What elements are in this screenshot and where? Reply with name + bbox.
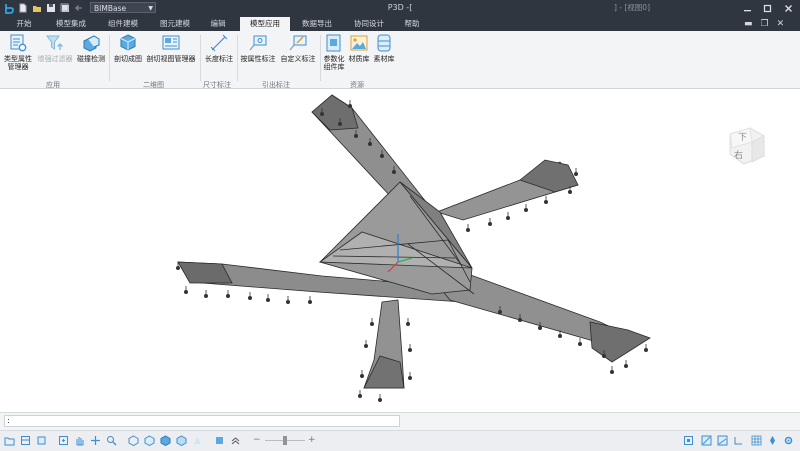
material-lib-label: 材质库 bbox=[348, 55, 370, 63]
settings-gear-icon[interactable] bbox=[782, 434, 795, 447]
length-dimension-icon bbox=[209, 33, 229, 53]
mdi-restore-icon[interactable]: ❐ bbox=[761, 19, 769, 29]
type-attr-icon bbox=[8, 33, 28, 53]
snap-icon[interactable] bbox=[682, 434, 695, 447]
mdi-close-icon[interactable]: ✕ bbox=[777, 19, 785, 29]
ortho-icon[interactable] bbox=[700, 434, 713, 447]
view-cube-top-face: 下 bbox=[738, 133, 748, 143]
pan-hand-icon[interactable] bbox=[73, 434, 86, 447]
tab-primitive-modeling[interactable]: 图元建模 bbox=[150, 17, 200, 31]
separator bbox=[237, 35, 238, 81]
view-top-icon[interactable] bbox=[127, 434, 140, 447]
clash-detect-label: 碰撞检测 bbox=[77, 55, 105, 63]
view-side-icon[interactable] bbox=[159, 434, 172, 447]
section-drawing-label: 剖切成图 bbox=[114, 55, 142, 63]
component-library-icon bbox=[324, 33, 344, 53]
model-view bbox=[175, 94, 651, 403]
3d-viewport[interactable]: 下 右 bbox=[0, 89, 800, 412]
section-view-icon bbox=[161, 33, 181, 53]
tab-model-application[interactable]: 模型应用 bbox=[240, 17, 290, 31]
zoom-extents-icon[interactable] bbox=[57, 434, 70, 447]
texture-lib-button[interactable]: 素材库 bbox=[372, 33, 396, 63]
tab-model-integration[interactable]: 模型集成 bbox=[46, 17, 96, 31]
cube-icon bbox=[118, 33, 138, 53]
angle-icon[interactable] bbox=[732, 434, 745, 447]
view-cube[interactable]: 下 右 bbox=[722, 122, 768, 168]
texture-library-icon bbox=[374, 33, 394, 53]
tab-data-export[interactable]: 数据导出 bbox=[292, 17, 342, 31]
layers-icon[interactable] bbox=[35, 434, 48, 447]
menu-bar: 开始 模型集成 组件建模 图元建模 编辑 模型应用 数据导出 协同设计 帮助 bbox=[0, 16, 800, 31]
custom-annotate-button[interactable]: 自定义标注 bbox=[278, 33, 318, 63]
visual-style-icon[interactable] bbox=[213, 434, 226, 447]
minimize-icon[interactable] bbox=[737, 0, 757, 16]
zoom-in-icon[interactable]: + bbox=[308, 435, 316, 445]
length-dimension-label: 长度标注 bbox=[205, 55, 233, 63]
grid-icon[interactable] bbox=[750, 434, 763, 447]
view-iso-icon[interactable] bbox=[175, 434, 188, 447]
separator bbox=[320, 35, 321, 81]
custom-annotate-icon bbox=[288, 33, 308, 53]
enhanced-filter-label: 增强过滤器 bbox=[37, 55, 73, 63]
clash-detect-icon bbox=[81, 33, 101, 53]
mdi-controls: ▬ ❐ ✕ bbox=[736, 16, 784, 31]
maximize-icon[interactable] bbox=[757, 0, 777, 16]
attr-annotate-button[interactable]: 按属性标注 bbox=[239, 33, 277, 63]
ribbon: 类型属性 管理器 增强过滤器 碰撞检测 剖切成图 剖切视图管理器 长度标注 按属… bbox=[0, 31, 800, 89]
section-drawing-button[interactable]: 剖切成图 bbox=[112, 33, 144, 63]
tab-edit[interactable]: 编辑 bbox=[202, 17, 234, 31]
title-bar: BIMBase ▼ P3D -[ ] - [视图0] bbox=[0, 0, 800, 16]
polar-icon[interactable] bbox=[716, 434, 729, 447]
tab-help[interactable]: 帮助 bbox=[396, 17, 428, 31]
zoom-out-icon[interactable]: − bbox=[253, 435, 261, 445]
status-bar: − + bbox=[0, 430, 800, 451]
close-icon[interactable] bbox=[778, 0, 798, 16]
attr-annotate-label: 按属性标注 bbox=[240, 55, 276, 63]
filter-icon bbox=[45, 33, 65, 53]
section-view-manager-button[interactable]: 剖切视图管理器 bbox=[145, 33, 197, 63]
separator bbox=[200, 35, 201, 81]
param-component-lib-label: 参数化 组件库 bbox=[323, 55, 345, 71]
view-cube-front-face: 右 bbox=[734, 151, 744, 161]
zoom-slider-thumb[interactable] bbox=[283, 436, 287, 445]
type-attr-manager-button[interactable]: 类型属性 管理器 bbox=[2, 33, 34, 71]
length-dimension-button[interactable]: 长度标注 bbox=[203, 33, 235, 63]
navigation-icon[interactable] bbox=[766, 434, 779, 447]
material-image-icon bbox=[349, 33, 369, 53]
param-component-lib-button[interactable]: 参数化 组件库 bbox=[322, 33, 346, 71]
section-view-manager-label: 剖切视图管理器 bbox=[146, 55, 196, 63]
view-status: ] - [视图0] bbox=[613, 3, 650, 12]
folder-icon[interactable] bbox=[3, 434, 16, 447]
chevron-up-icon[interactable] bbox=[229, 434, 242, 447]
material-lib-button[interactable]: 材质库 bbox=[347, 33, 371, 63]
separator bbox=[109, 35, 110, 81]
command-input[interactable]: : bbox=[4, 415, 400, 427]
frame-select-icon[interactable] bbox=[19, 434, 32, 447]
view-front-icon[interactable] bbox=[143, 434, 156, 447]
tab-collaborative-design[interactable]: 协同设计 bbox=[344, 17, 394, 31]
tab-start[interactable]: 开始 bbox=[4, 17, 44, 31]
tab-component-modeling[interactable]: 组件建模 bbox=[98, 17, 148, 31]
orbit-icon[interactable] bbox=[89, 434, 102, 447]
render-mode-icon[interactable] bbox=[191, 434, 204, 447]
attr-annotate-icon bbox=[248, 33, 268, 53]
ribbon-minimize-icon[interactable]: ▬ bbox=[744, 19, 753, 29]
command-bar: : bbox=[0, 412, 800, 430]
clash-detect-button[interactable]: 碰撞检测 bbox=[76, 33, 106, 63]
zoom-icon[interactable] bbox=[105, 434, 118, 447]
window-title: P3D -[ bbox=[387, 3, 413, 12]
texture-lib-label: 素材库 bbox=[373, 55, 395, 63]
custom-annotate-label: 自定义标注 bbox=[280, 55, 316, 63]
enhanced-filter-button[interactable]: 增强过滤器 bbox=[35, 33, 75, 63]
type-attr-label: 类型属性 管理器 bbox=[4, 55, 32, 71]
